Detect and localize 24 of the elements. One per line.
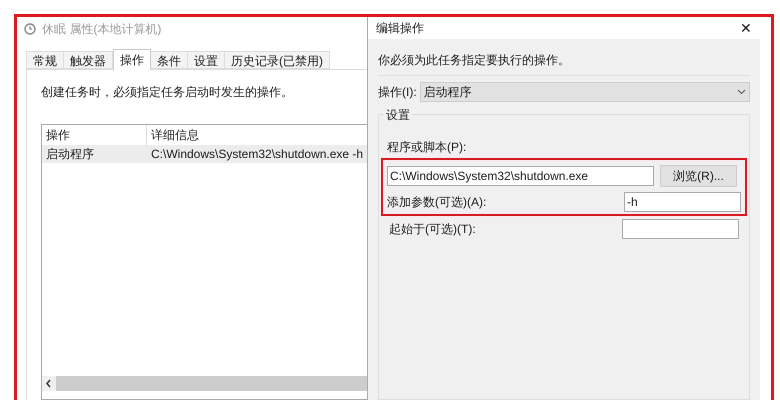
tab[interactable]: 条件 (151, 51, 188, 69)
browse-button[interactable]: 浏览(R)... (660, 165, 737, 187)
instruction-text: 你必须为此任务指定要执行的操作。 (378, 51, 750, 76)
action-label: 操作(I): (378, 84, 417, 101)
tab[interactable]: 历史记录(已禁用) (225, 51, 330, 69)
close-button[interactable]: ✕ (740, 21, 752, 35)
tab[interactable]: 常规 (26, 51, 64, 69)
table-row[interactable]: 启动程序 C:\Windows\System32\shutdown.exe -h (42, 145, 367, 163)
tab[interactable]: 触发器 (64, 51, 113, 69)
description-text: 创建任务时，必须指定任务启动时发生的操作。 (41, 84, 294, 101)
tab[interactable]: 操作 (113, 49, 151, 70)
tab[interactable]: 设置 (188, 51, 225, 69)
program-field[interactable]: C:\Windows\System32\shutdown.exe (387, 166, 654, 186)
program-label: 程序或脚本(P): (387, 139, 468, 156)
column-header: 详细信息 (150, 127, 200, 144)
dropdown-value: 启动程序 (424, 84, 472, 101)
window-title: 休眠 属性(本地计算机) (42, 21, 162, 38)
table-cell-text: C:\Windows\System32\shutdown.exe -h (150, 146, 364, 163)
table-cell-text: 启动程序 (45, 146, 95, 163)
arguments-field[interactable]: -h (624, 192, 741, 212)
arguments-label: 添加参数(可选)(A): (387, 194, 486, 211)
dialog-title: 编辑操作 (376, 20, 424, 37)
action-dropdown[interactable]: 启动程序 (420, 82, 750, 102)
start-in-label: 起始于(可选)(T): (389, 221, 476, 238)
